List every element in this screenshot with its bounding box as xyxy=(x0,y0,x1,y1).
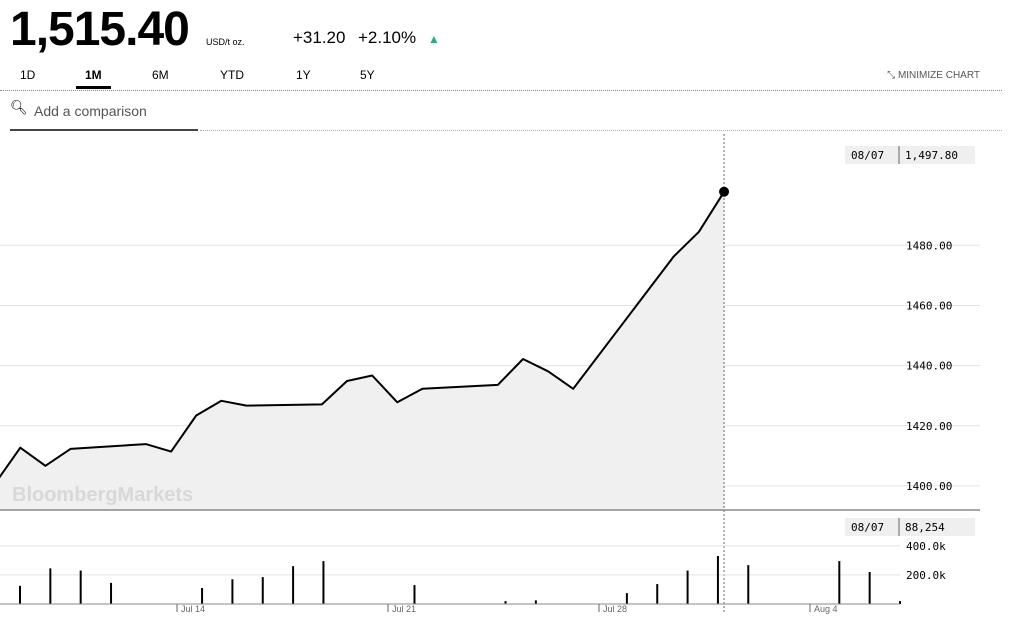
bloomberg-watermark: BloombergMarkets xyxy=(12,484,193,506)
comparison-search: 🔍︎ xyxy=(10,93,198,131)
comparison-input[interactable] xyxy=(32,99,196,123)
divider xyxy=(200,130,1002,131)
tab-ytd[interactable]: YTD xyxy=(220,68,244,82)
minimize-chart-button[interactable]: ⤡ MINIMIZE CHART xyxy=(887,70,980,81)
tab-1d[interactable]: 1D xyxy=(20,68,35,82)
cursor-date-label-volume: 08/07 xyxy=(851,521,884,534)
y-tick-label: 1400.00 xyxy=(906,480,952,493)
x-tick-label: Aug 4 xyxy=(814,604,838,614)
cursor-date-label: 08/07 xyxy=(851,149,884,162)
up-arrow-icon: ▲ xyxy=(428,32,440,46)
cursor-volume-label: 88,254 xyxy=(905,521,945,534)
volume-tick-label: 400.0k xyxy=(906,540,946,553)
tab-1y[interactable]: 1Y xyxy=(296,68,311,82)
timeframe-tabs: 1D 1M 6M YTD 1Y 5Y ⤡ MINIMIZE CHART xyxy=(0,64,1002,91)
price-change-percent: +2.10% xyxy=(358,28,417,47)
y-tick-label: 1480.00 xyxy=(906,239,952,252)
x-tick-label: Jul 28 xyxy=(603,604,627,614)
x-tick-label: Jul 14 xyxy=(181,604,205,614)
price-area xyxy=(0,191,725,510)
price-value: 1,515.40 xyxy=(10,3,190,56)
minimize-icon: ⤡ xyxy=(887,70,896,81)
search-icon: 🔍︎ xyxy=(10,99,28,115)
y-tick-label: 1440.00 xyxy=(906,360,952,373)
price-chart: 1480.00 1460.00 1440.00 1420.00 1400.00 Bloom… xyxy=(0,134,980,614)
minimize-chart-label: MINIMIZE CHART xyxy=(897,70,980,81)
volume-tick-label: 200.0k xyxy=(906,569,946,582)
tab-6m[interactable]: 6M xyxy=(152,68,169,82)
cursor-value-label: 1,497.80 xyxy=(905,149,958,162)
y-tick-label: 1460.00 xyxy=(906,299,952,312)
tab-5y[interactable]: 5Y xyxy=(360,68,375,82)
x-tick-label: Jul 21 xyxy=(392,604,416,614)
price-unit: USD/t oz. xyxy=(206,37,245,47)
tab-1m[interactable]: 1M xyxy=(85,68,102,82)
y-tick-label: 1420.00 xyxy=(906,420,952,433)
active-tab-indicator xyxy=(76,86,111,89)
last-point-marker xyxy=(719,186,730,197)
price-change: +31.20 xyxy=(293,28,346,47)
